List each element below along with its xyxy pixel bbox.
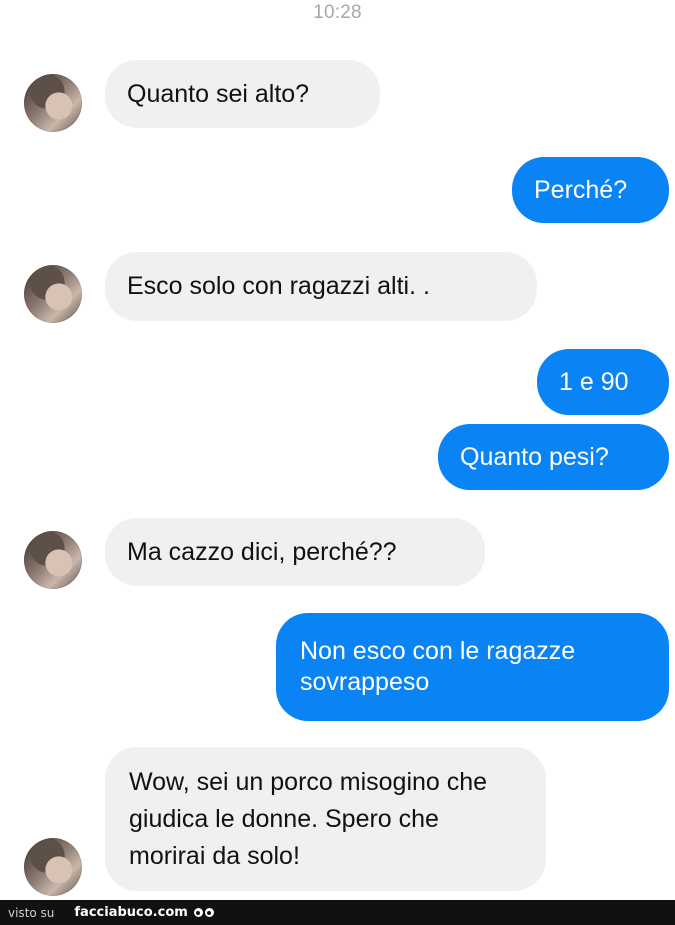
- incoming-message[interactable]: Ma cazzo dici, perché??: [105, 518, 485, 586]
- contact-avatar[interactable]: [24, 74, 82, 132]
- incoming-message[interactable]: Wow, sei un porco misogino che giudica l…: [105, 747, 546, 891]
- watermark-bar: visto su facciabuco.com: [0, 900, 675, 925]
- chat-thread: 10:28 Quanto sei alto? Perché? Esco solo…: [0, 0, 675, 900]
- watermark-site[interactable]: facciabuco.com: [74, 905, 187, 920]
- contact-avatar[interactable]: [24, 838, 82, 896]
- watermark-prefix: visto su: [8, 905, 55, 920]
- outgoing-message[interactable]: Quanto pesi?: [438, 424, 669, 490]
- contact-avatar[interactable]: [24, 265, 82, 323]
- incoming-message[interactable]: Esco solo con ragazzi alti. .: [105, 252, 537, 321]
- outgoing-message[interactable]: Perché?: [512, 157, 669, 223]
- message-timestamp: 10:28: [313, 2, 362, 23]
- outgoing-message[interactable]: 1 e 90: [537, 349, 669, 415]
- contact-avatar[interactable]: [24, 531, 82, 589]
- eyes-icon: [193, 908, 214, 917]
- incoming-message[interactable]: Quanto sei alto?: [105, 60, 380, 128]
- outgoing-message[interactable]: Non esco con le ragazze sovrappeso: [276, 613, 669, 721]
